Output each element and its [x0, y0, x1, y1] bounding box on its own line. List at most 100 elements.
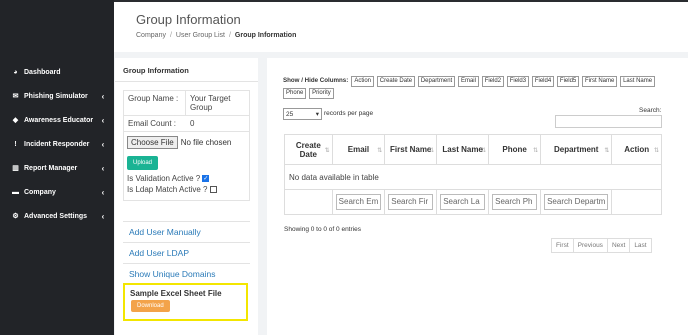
filter-row: Search Em Search Fir Search La Search Ph Sea… [284, 189, 662, 215]
validation-checkbox[interactable]: ✓ [202, 175, 210, 182]
sidebar-item-label: Report Manager [24, 164, 78, 172]
gears-icon: ⚙ [12, 213, 19, 220]
email-count-row: Email Count : 0 [124, 116, 249, 132]
choose-file-button[interactable]: Choose File [127, 136, 178, 149]
sidebar-item-report-manager[interactable]: ▥ Report Manager ‹ [0, 156, 114, 180]
column-filter-input[interactable]: Search Fir [388, 194, 434, 210]
toggle-column-email[interactable]: Email [457, 76, 479, 87]
column-header-phone[interactable]: Phone ⇅ [488, 134, 542, 165]
toggle-column-action[interactable]: Action [351, 76, 375, 87]
group-name-value: Your Target Group [190, 94, 231, 112]
search-input[interactable] [555, 115, 662, 128]
column-header-last-name[interactable]: Last Name ⇅ [436, 134, 490, 165]
column-filter-input[interactable]: Search Ph [492, 194, 538, 210]
column-filter-input[interactable]: Search Departm [544, 194, 609, 210]
sidebar-item-label: Awareness Educator [24, 116, 94, 124]
download-button[interactable]: Download [131, 300, 170, 312]
column-header-first-name[interactable]: First Name ⇅ [384, 134, 438, 165]
sidebar-item-awareness-educator[interactable]: ◆ Awareness Educator ‹ [0, 108, 114, 132]
sidebar-item-advanced-settings[interactable]: ⚙ Advanced Settings ‹ [0, 204, 114, 228]
sort-icon: ⇅ [533, 148, 539, 154]
toggle-column-field3[interactable]: Field3 [506, 76, 530, 87]
group-name-label: Group Name : [124, 91, 186, 115]
chevron-down-icon: ▾ [315, 111, 319, 118]
alert-icon: ! [14, 140, 17, 148]
column-header-label: Action [624, 145, 650, 154]
empty-message: No data available in table [284, 164, 662, 190]
column-header-department[interactable]: Department ⇅ [540, 134, 613, 165]
sidebar-item-company[interactable]: ▬ Company ‹ [0, 180, 114, 204]
column-header-label: Last Name [442, 145, 483, 154]
validation-row: Is Validation Active ? ✓ [124, 173, 249, 184]
sidebar-item-label: Incident Responder [24, 140, 90, 148]
sort-icon: ⇅ [604, 148, 610, 154]
records-per-page-label: records per page [324, 110, 374, 117]
toggle-column-create-date[interactable]: Create Date [376, 76, 416, 87]
page-length-value: 25 [286, 110, 294, 118]
chevron-left-icon: ‹ [101, 91, 105, 101]
sidebar-item-incident-responder[interactable]: ! Incident Responder ‹ [0, 132, 114, 156]
pager-first-button[interactable]: First [551, 238, 574, 253]
breadcrumb-separator: / [169, 32, 172, 39]
breadcrumb-user-group-list[interactable]: User Group List [176, 32, 225, 39]
toggle-column-priority[interactable]: Priority [309, 88, 334, 99]
divider [115, 81, 258, 82]
filter-cell: Search Ph [488, 189, 542, 215]
ldap-checkbox[interactable] [209, 186, 217, 193]
search-label: Search: [639, 107, 662, 114]
page-header: Group Information Company / User Group L… [114, 0, 688, 52]
toggle-column-department[interactable]: Department [417, 76, 456, 87]
toggle-column-field2[interactable]: Field2 [481, 76, 505, 87]
sidebar-item-label: Dashboard [24, 68, 61, 76]
column-filter-input[interactable]: Search La [440, 194, 486, 210]
group-details-box: Group Name : Your Target Group Email Cou… [123, 90, 250, 201]
add-user-manually-link[interactable]: Add User Manually [123, 221, 250, 241]
file-input: Choose File No file chosen [124, 132, 249, 151]
pager-next-button[interactable]: Next [606, 238, 631, 253]
filter-cell: Search La [436, 189, 490, 215]
users-table-panel: Show / Hide Columns: Action Create Date D… [267, 58, 688, 335]
graduation-cap-icon: ◆ [12, 117, 19, 124]
column-filter-input[interactable]: Search Em [335, 194, 382, 210]
pager-previous-button[interactable]: Previous [572, 238, 608, 253]
chevron-left-icon: ‹ [101, 115, 105, 125]
column-header-action[interactable]: Action ⇅ [611, 134, 662, 165]
sort-icon: ⇅ [429, 148, 435, 154]
pager-last-button[interactable]: Last [629, 238, 652, 253]
toggle-column-field5[interactable]: Field5 [556, 76, 580, 87]
column-header-label: First Name [390, 145, 432, 154]
chart-icon: ▥ [12, 165, 19, 172]
column-header-email[interactable]: Email ⇅ [331, 134, 386, 165]
column-header-label: Create Date [295, 140, 321, 159]
sidebar-item-label: Phishing Simulator [24, 92, 88, 100]
column-header-create-date[interactable]: Create Date ⇅ [284, 134, 333, 165]
column-toggle-bar: Show / Hide Columns: Action Create Date D… [283, 75, 663, 99]
toggle-column-phone[interactable]: Phone [283, 88, 307, 99]
toggle-column-first-name[interactable]: First Name [582, 76, 618, 87]
sample-file-title: Sample Excel Sheet File [130, 289, 222, 298]
sidebar-nav: ◕ Dashboard ✉ Phishing Simulator ‹ ◆ Awareness… [0, 60, 114, 228]
toggle-column-field4[interactable]: Field4 [531, 76, 555, 87]
pagination: First Previous Next Last [551, 238, 652, 253]
upload-button[interactable]: Upload [127, 156, 159, 170]
sidebar-item-label: Company [24, 188, 56, 196]
sort-icon: ⇅ [324, 148, 330, 154]
top-border [114, 0, 688, 2]
filter-cell: Search Em [331, 189, 386, 215]
breadcrumb-company[interactable]: Company [136, 32, 166, 39]
sidebar-item-dashboard[interactable]: ◕ Dashboard [0, 60, 114, 84]
show-unique-domains-link[interactable]: Show Unique Domains [123, 263, 250, 283]
sidebar-header [0, 0, 114, 60]
validation-label: Is Validation Active ? [127, 174, 201, 183]
sort-icon: ⇅ [377, 148, 383, 154]
show-hide-label: Show / Hide Columns: [283, 77, 349, 84]
breadcrumb: Company / User Group List / Group Inform… [136, 32, 296, 39]
sidebar: ◕ Dashboard ✉ Phishing Simulator ‹ ◆ Awareness… [0, 0, 114, 335]
ldap-row: Is Ldap Match Active ? [124, 184, 249, 200]
add-user-ldap-link[interactable]: Add User LDAP [123, 242, 250, 262]
sidebar-item-phishing-simulator[interactable]: ✉ Phishing Simulator ‹ [0, 84, 114, 108]
toggle-column-last-name[interactable]: Last Name [620, 76, 656, 87]
page-length-select[interactable]: 25 ▾ [283, 108, 322, 120]
page-title: Group Information [136, 12, 241, 27]
chevron-left-icon: ‹ [101, 187, 105, 197]
